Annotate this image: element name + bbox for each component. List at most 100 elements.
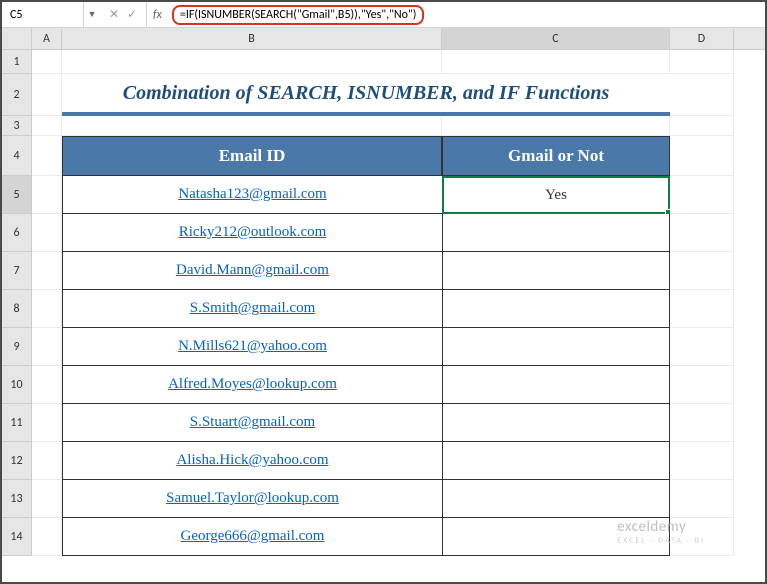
cell-D11[interactable] (670, 404, 734, 442)
cell-C12[interactable] (442, 442, 670, 480)
email-link[interactable]: George666@gmail.com (181, 528, 325, 545)
cell-C8[interactable] (442, 290, 670, 328)
enter-icon[interactable]: ✓ (124, 7, 140, 22)
row-header-2[interactable]: 2 (2, 74, 32, 116)
email-link[interactable]: Samuel.Taylor@lookup.com (166, 490, 339, 507)
cell-C7[interactable] (442, 252, 670, 290)
row-header-9[interactable]: 9 (2, 328, 32, 366)
cell-A8[interactable] (32, 290, 62, 328)
cell-D4[interactable] (670, 136, 734, 176)
cell-C1[interactable] (442, 50, 670, 74)
row-12: 12 Alisha.Hick@yahoo.com (2, 442, 765, 480)
email-link[interactable]: Alfred.Moyes@lookup.com (168, 376, 337, 393)
email-link[interactable]: Ricky212@outlook.com (179, 224, 327, 241)
header-gmail-or-not[interactable]: Gmail or Not (442, 136, 670, 176)
cell-B11[interactable]: S.Stuart@gmail.com (62, 404, 442, 442)
cell-C14[interactable] (442, 518, 670, 556)
row-header-8[interactable]: 8 (2, 290, 32, 328)
cell-A10[interactable] (32, 366, 62, 404)
row-1: 1 (2, 50, 765, 74)
cell-B3[interactable] (62, 116, 442, 136)
row-13: 13 Samuel.Taylor@lookup.com (2, 480, 765, 518)
cell-D6[interactable] (670, 214, 734, 252)
row-header-13[interactable]: 13 (2, 480, 32, 518)
formula-input[interactable]: =IF(ISNUMBER(SEARCH("Gmail",B5)),"Yes","… (168, 2, 765, 27)
row-header-7[interactable]: 7 (2, 252, 32, 290)
cell-D13[interactable] (670, 480, 734, 518)
cell-C11[interactable] (442, 404, 670, 442)
cell-A5[interactable] (32, 176, 62, 214)
cell-C13[interactable] (442, 480, 670, 518)
row-header-14[interactable]: 14 (2, 518, 32, 556)
row-header-11[interactable]: 11 (2, 404, 32, 442)
cell-C3[interactable] (442, 116, 670, 136)
cancel-icon[interactable]: ✕ (106, 7, 122, 22)
row-header-4[interactable]: 4 (2, 136, 32, 176)
cell-D10[interactable] (670, 366, 734, 404)
cell-B6[interactable]: Ricky212@outlook.com (62, 214, 442, 252)
email-link[interactable]: S.Stuart@gmail.com (190, 414, 315, 431)
cell-A4[interactable] (32, 136, 62, 176)
email-link[interactable]: N.Mills621@yahoo.com (178, 338, 327, 355)
row-header-5[interactable]: 5 (2, 176, 32, 214)
cell-D14[interactable] (670, 518, 734, 556)
row-2: 2 Combination of SEARCH, ISNUMBER, and I… (2, 74, 765, 116)
formula-bar-buttons: ✕ ✓ (100, 2, 147, 27)
cell-B10[interactable]: Alfred.Moyes@lookup.com (62, 366, 442, 404)
cell-B12[interactable]: Alisha.Hick@yahoo.com (62, 442, 442, 480)
cell-D8[interactable] (670, 290, 734, 328)
cell-A11[interactable] (32, 404, 62, 442)
row-header-12[interactable]: 12 (2, 442, 32, 480)
header-email-id[interactable]: Email ID (62, 136, 442, 176)
row-14: 14 George666@gmail.com (2, 518, 765, 556)
cell-B9[interactable]: N.Mills621@yahoo.com (62, 328, 442, 366)
cell-C10[interactable] (442, 366, 670, 404)
row-header-10[interactable]: 10 (2, 366, 32, 404)
cell-C9[interactable] (442, 328, 670, 366)
cell-B1[interactable] (62, 50, 442, 74)
cell-A7[interactable] (32, 252, 62, 290)
row-header-1[interactable]: 1 (2, 50, 32, 74)
cell-D3[interactable] (670, 116, 734, 136)
formula-text: =IF(ISNUMBER(SEARCH("Gmail",B5)),"Yes","… (172, 5, 425, 25)
fx-icon[interactable]: fx (147, 8, 168, 22)
cell-B14[interactable]: George666@gmail.com (62, 518, 442, 556)
row-9: 9 N.Mills621@yahoo.com (2, 328, 765, 366)
cell-D12[interactable] (670, 442, 734, 480)
formula-bar: C5 ▼ ✕ ✓ fx =IF(ISNUMBER(SEARCH("Gmail",… (2, 2, 765, 28)
cell-A14[interactable] (32, 518, 62, 556)
cell-D9[interactable] (670, 328, 734, 366)
row-7: 7 David.Mann@gmail.com (2, 252, 765, 290)
row-header-6[interactable]: 6 (2, 214, 32, 252)
cell-B5[interactable]: Natasha123@gmail.com (62, 176, 442, 214)
email-link[interactable]: Alisha.Hick@yahoo.com (176, 452, 328, 469)
name-box-dropdown-icon[interactable]: ▼ (84, 9, 100, 20)
row-header-3[interactable]: 3 (2, 116, 32, 136)
cell-C5[interactable]: Yes (442, 176, 670, 214)
cell-A13[interactable] (32, 480, 62, 518)
cell-A2[interactable] (32, 74, 62, 116)
name-box[interactable]: C5 (2, 2, 84, 27)
cell-B8[interactable]: S.Smith@gmail.com (62, 290, 442, 328)
col-header-D[interactable]: D (670, 28, 734, 49)
cell-A6[interactable] (32, 214, 62, 252)
title-cell[interactable]: Combination of SEARCH, ISNUMBER, and IF … (62, 74, 670, 116)
email-link[interactable]: Natasha123@gmail.com (178, 186, 326, 203)
email-link[interactable]: S.Smith@gmail.com (190, 300, 316, 317)
cell-D5[interactable] (670, 176, 734, 214)
cell-A3[interactable] (32, 116, 62, 136)
col-header-C[interactable]: C (442, 28, 670, 49)
select-all-corner[interactable] (2, 28, 32, 49)
cell-D2[interactable] (670, 74, 734, 116)
cell-D7[interactable] (670, 252, 734, 290)
cell-B13[interactable]: Samuel.Taylor@lookup.com (62, 480, 442, 518)
col-header-A[interactable]: A (32, 28, 62, 49)
cell-A1[interactable] (32, 50, 62, 74)
email-link[interactable]: David.Mann@gmail.com (176, 262, 329, 279)
cell-B7[interactable]: David.Mann@gmail.com (62, 252, 442, 290)
cell-A12[interactable] (32, 442, 62, 480)
cell-C6[interactable] (442, 214, 670, 252)
cell-A9[interactable] (32, 328, 62, 366)
cell-D1[interactable] (670, 50, 734, 74)
col-header-B[interactable]: B (62, 28, 442, 49)
